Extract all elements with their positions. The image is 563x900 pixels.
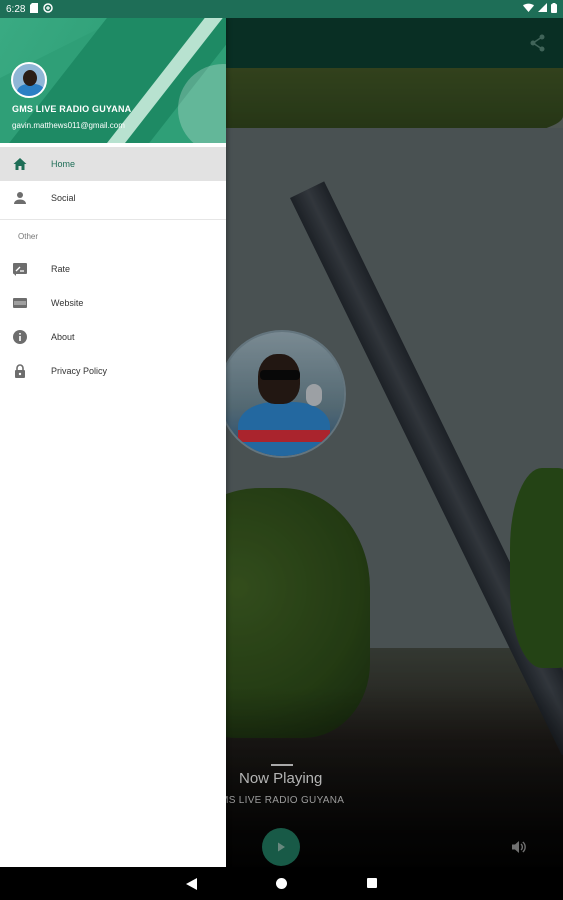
menu-item-label: About xyxy=(51,332,75,342)
menu-item-about[interactable]: About xyxy=(0,320,226,354)
user-name: GMS LIVE RADIO GUYANA xyxy=(12,104,132,114)
sd-card-icon xyxy=(30,2,39,16)
drawer-menu: Home Social Other Rate Website About Pri… xyxy=(0,147,226,388)
system-nav-bar xyxy=(0,867,563,900)
person-icon xyxy=(12,190,28,206)
section-label-other: Other xyxy=(18,231,39,241)
signal-icon xyxy=(538,3,547,15)
battery-icon xyxy=(551,2,557,16)
menu-item-rate[interactable]: Rate xyxy=(0,252,226,286)
menu-item-label: Website xyxy=(51,298,84,308)
web-icon xyxy=(12,295,28,311)
menu-item-privacy-policy[interactable]: Privacy Policy xyxy=(0,354,226,388)
menu-item-label: Rate xyxy=(51,264,71,274)
status-bar: 6:28 xyxy=(0,0,563,18)
menu-item-home[interactable]: Home xyxy=(0,147,226,181)
menu-item-website[interactable]: Website xyxy=(0,286,226,320)
user-email: gavin.matthews011@gmail.com xyxy=(12,121,125,130)
status-time: 6:28 xyxy=(6,3,26,15)
rate-icon xyxy=(12,261,28,277)
data-saver-icon xyxy=(43,2,54,16)
avatar[interactable] xyxy=(11,62,47,98)
back-icon[interactable] xyxy=(186,877,197,895)
drawer-header: GMS LIVE RADIO GUYANA gavin.matthews011@… xyxy=(0,18,226,143)
navigation-drawer: GMS LIVE RADIO GUYANA gavin.matthews011@… xyxy=(0,18,226,867)
menu-item-label: Home xyxy=(51,159,76,169)
menu-item-label: Privacy Policy xyxy=(51,366,108,376)
home-nav-icon[interactable] xyxy=(276,878,287,889)
home-icon xyxy=(12,156,28,172)
info-icon xyxy=(12,329,28,345)
wifi-icon xyxy=(523,3,534,15)
menu-item-social[interactable]: Social xyxy=(0,181,226,215)
recents-icon[interactable] xyxy=(367,878,377,888)
menu-item-label: Social xyxy=(51,193,76,203)
lock-icon xyxy=(12,363,28,379)
drawer-scrim[interactable] xyxy=(226,18,563,867)
